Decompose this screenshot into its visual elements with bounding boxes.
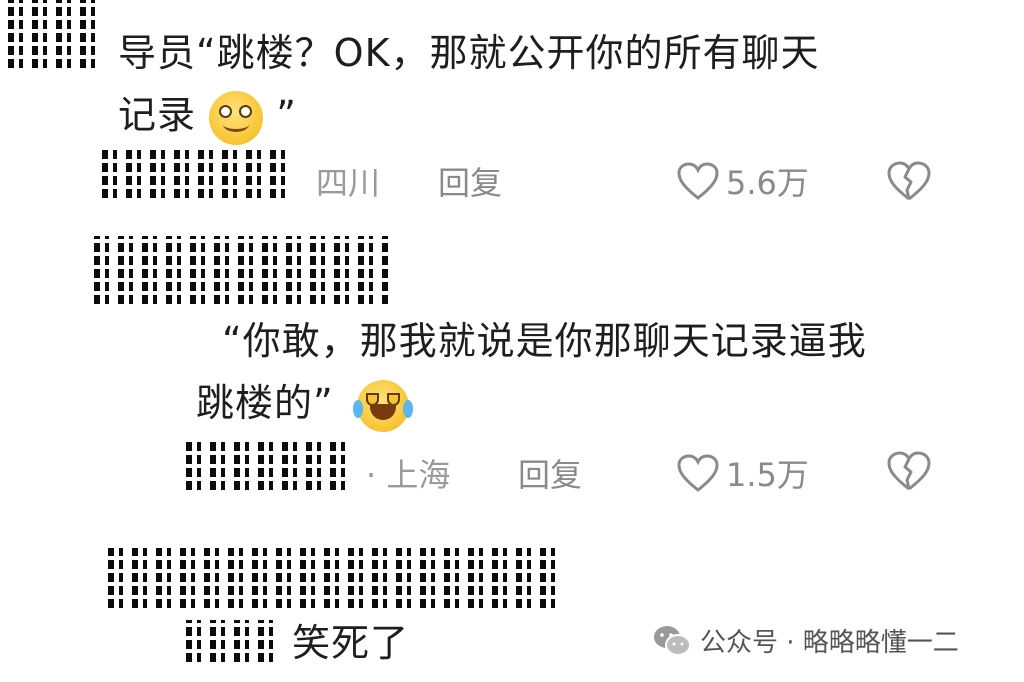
comment-3-avatar-censored xyxy=(186,620,278,666)
broken-heart-icon[interactable] xyxy=(886,160,932,202)
wechat-icon xyxy=(654,625,691,656)
broken-heart-icon[interactable] xyxy=(886,450,932,492)
comment-1-text-line1: 导员“跳楼？OK，那就公开你的所有聊天 xyxy=(118,31,820,75)
comment-3-text: 笑死了 xyxy=(292,621,410,665)
watermark-text: 公众号 · 略略略懂一二 xyxy=(700,628,959,658)
comment-1-text-line2: 记录 ” xyxy=(118,84,297,146)
comment-1-like-count: 5.6万 xyxy=(726,164,809,202)
comment-2-text-line2: 跳楼的” xyxy=(196,372,413,434)
heart-outline-icon xyxy=(677,454,719,492)
comment-2-username-censored[interactable] xyxy=(94,236,390,308)
watermark: 公众号 · 略略略懂一二 xyxy=(652,622,959,659)
comment-2-text-line2-label: 跳楼的” xyxy=(196,381,334,425)
avatar-censored xyxy=(8,0,98,72)
comment-1-close-quote: ” xyxy=(276,93,297,137)
smile-emoji-icon xyxy=(209,90,264,145)
comment-1-text-line2-label: 记录 xyxy=(118,93,197,137)
comment-2-like-count: 1.5万 xyxy=(726,456,809,494)
comment-2-like-button[interactable]: 1.5万 xyxy=(676,450,809,496)
comment-2-location: · 上海 xyxy=(366,456,451,494)
comment-2-reply-button[interactable]: 回复 xyxy=(518,450,582,496)
heart-outline-icon xyxy=(677,162,719,200)
comment-1-location: 四川 xyxy=(316,164,381,202)
crying-laugh-emoji-icon xyxy=(352,379,413,432)
comment-1-username-censored[interactable] xyxy=(102,150,292,202)
comment-3-username-censored[interactable] xyxy=(108,548,564,612)
comment-2-reply-username-censored[interactable] xyxy=(186,440,354,494)
comment-1-like-button[interactable]: 5.6万 xyxy=(676,158,809,204)
comment-2-text-line1: “你敢，那我就说是你那聊天记录逼我 xyxy=(222,319,867,363)
comment-1-reply-button[interactable]: 回复 xyxy=(438,158,502,204)
